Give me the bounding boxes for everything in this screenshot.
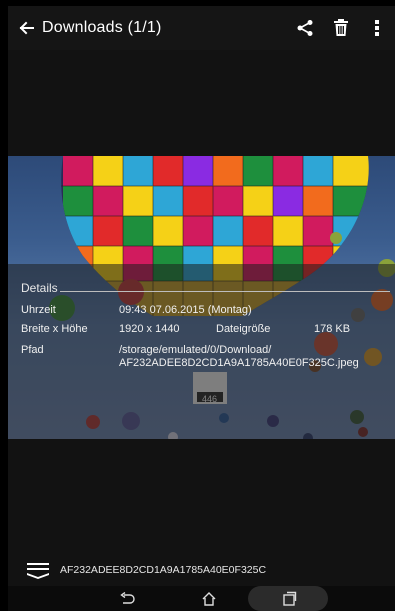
details-panel: Details Uhrzeit 09:43 07.06.2015 (Montag… <box>8 264 395 439</box>
path-value-line2: AF232ADEE8D2CD1A9A1785A40E0F325C.jpeg <box>119 357 359 369</box>
nav-recents-icon <box>283 591 297 606</box>
filesize-label: Dateigröße <box>216 323 271 335</box>
dimensions-value: 1920 x 1440 <box>119 323 180 335</box>
nav-home-button[interactable] <box>196 588 222 610</box>
expand-menu-button[interactable] <box>24 556 52 584</box>
top-app-bar: Downloads (1/1) <box>8 6 395 50</box>
details-heading: Details <box>21 281 58 295</box>
screen: Downloads (1/1) Details Uhrzeit 09:43 07… <box>8 6 395 611</box>
more-options-button[interactable] <box>359 6 395 50</box>
device-frame: Downloads (1/1) Details Uhrzeit 09:43 07… <box>0 0 395 611</box>
path-label: Pfad <box>21 344 44 356</box>
nav-back-button[interactable] <box>114 588 140 610</box>
more-vert-icon <box>375 20 379 36</box>
path-value-line1: /storage/emulated/0/Download/ <box>119 344 272 356</box>
share-button[interactable] <box>287 6 323 50</box>
nav-home-icon <box>202 592 216 606</box>
back-button[interactable] <box>12 6 40 50</box>
nav-recents-button[interactable] <box>276 588 302 610</box>
nav-back-icon <box>120 592 135 604</box>
filesize-value: 178 KB <box>314 323 351 335</box>
details-divider <box>60 291 390 292</box>
page-title: Downloads (1/1) <box>42 19 162 36</box>
action-bar <box>287 6 395 50</box>
trash-icon <box>334 19 348 36</box>
time-label: Uhrzeit <box>21 304 56 316</box>
dimensions-label: Breite x Höhe <box>21 323 88 335</box>
delete-button[interactable] <box>323 6 359 50</box>
share-icon <box>297 20 313 36</box>
back-arrow-icon <box>19 21 34 35</box>
filename-bar: AF232ADEE8D2CD1A9A1785A40E0F325C <box>8 556 395 584</box>
menu-expand-icon <box>27 563 49 579</box>
filename-text: AF232ADEE8D2CD1A9A1785A40E0F325C <box>60 564 267 576</box>
system-nav-bar <box>8 586 395 611</box>
time-value: 09:43 07.06.2015 (Montag) <box>119 304 252 316</box>
